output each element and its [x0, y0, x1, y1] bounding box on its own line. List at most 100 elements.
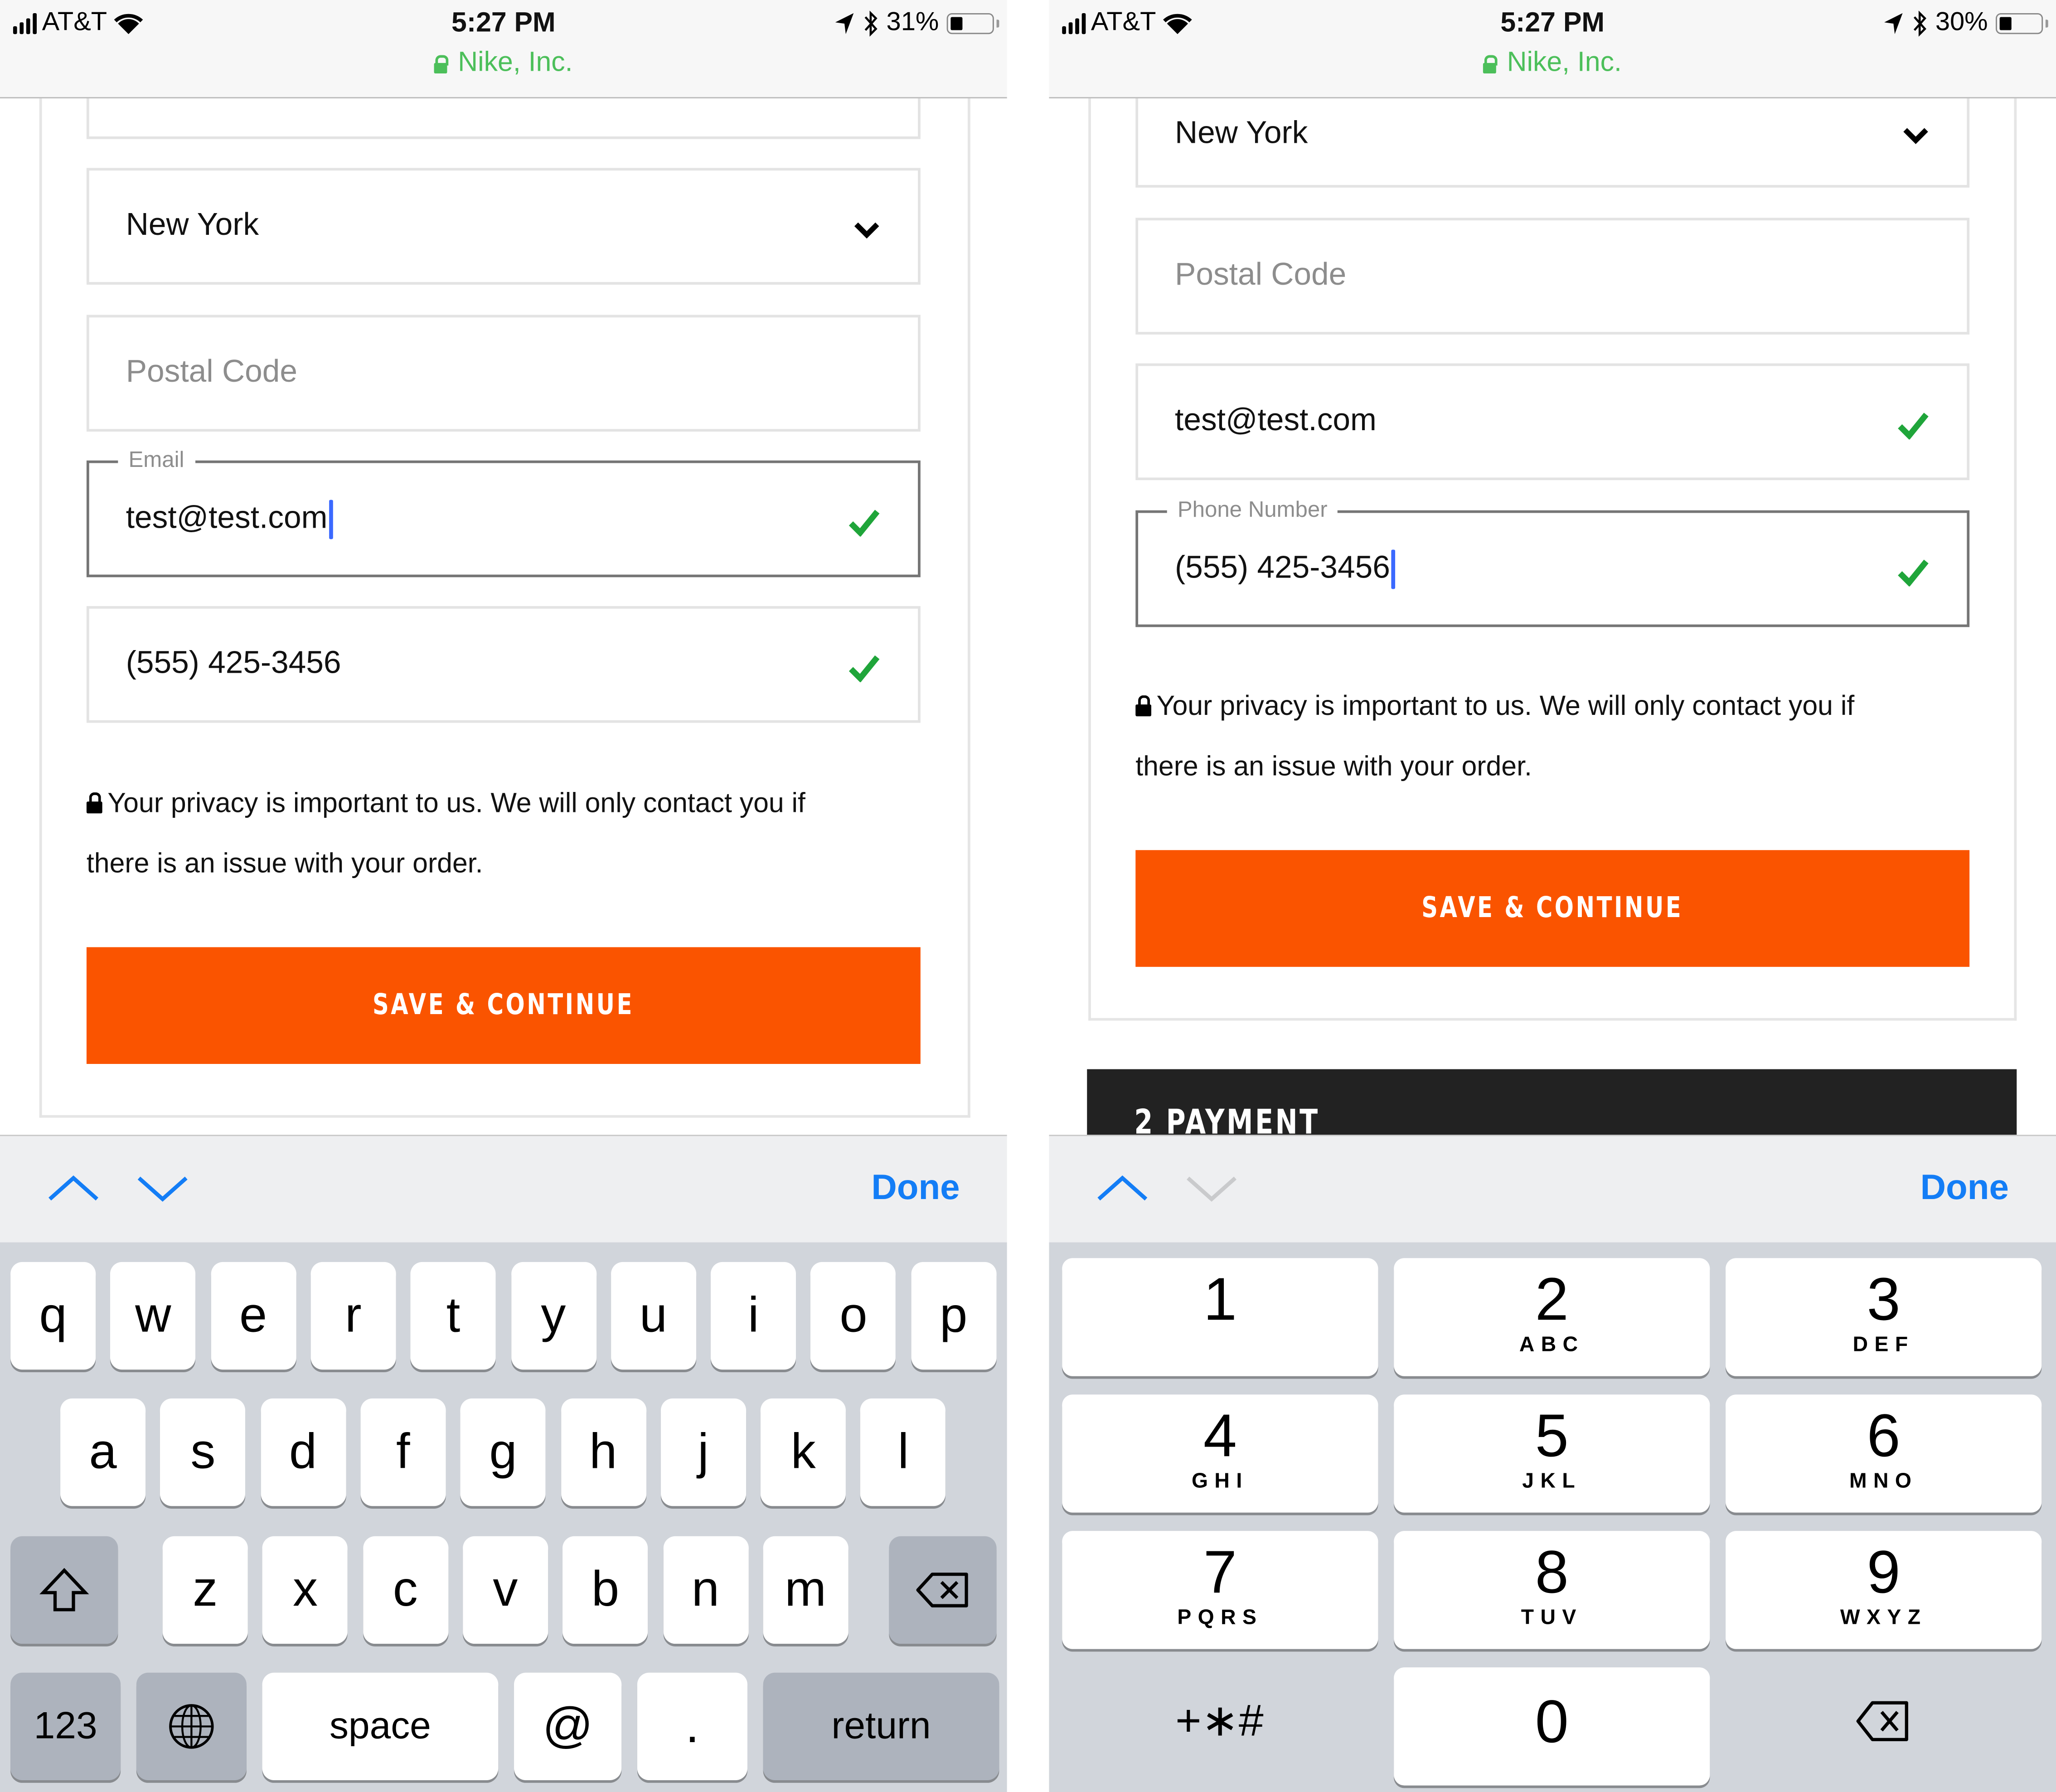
key-d[interactable]: d: [260, 1398, 346, 1506]
keypad-key-5[interactable]: 5 JKL: [1394, 1394, 1710, 1513]
privacy-line-1: Your privacy is important to us. We will…: [107, 788, 805, 819]
status-bar: AT&T 5:27 PM 31% Nike, Inc.: [0, 0, 1007, 99]
keypad-key-6[interactable]: 6 MNO: [1726, 1394, 2042, 1513]
comparison-stage: AT&T 5:27 PM 31% Nike, Inc. New York Pos…: [0, 0, 2056, 1792]
phone-screen-email: AT&T 5:27 PM 31% Nike, Inc. New York Pos…: [0, 0, 1007, 1792]
phone-keypad: 1 2 ABC 3 DEF 4 GHI 5 JKL 6 MNO 7 PQRS 8 TUV 9 WXYZ 0 +∗#: [1049, 1242, 2056, 1792]
text-caret: [329, 500, 333, 539]
keypad-key-1[interactable]: 1: [1062, 1258, 1378, 1376]
keyboard-accessory-bar: Done: [0, 1135, 1007, 1244]
key-q[interactable]: q: [10, 1262, 96, 1370]
globe-key[interactable]: [136, 1672, 247, 1781]
delete-key[interactable]: [889, 1536, 997, 1644]
key-o[interactable]: o: [810, 1262, 896, 1370]
postal-code-input[interactable]: Postal Code: [86, 315, 921, 432]
lock-icon: [1483, 54, 1498, 73]
email-input[interactable]: test@test.com: [1135, 363, 1970, 481]
globe-icon: [169, 1704, 214, 1749]
phone-value: (555) 425-3456: [1175, 550, 1390, 586]
next-field-chevron-down-icon[interactable]: [136, 1165, 189, 1212]
keypad-key-0[interactable]: 0: [1394, 1667, 1710, 1786]
secure-site-label[interactable]: Nike, Inc.: [1049, 47, 2056, 78]
keypad-letters: PQRS: [1177, 1607, 1263, 1630]
key-n[interactable]: n: [663, 1536, 748, 1644]
key-m[interactable]: m: [763, 1536, 849, 1644]
text-caret: [1391, 549, 1396, 589]
save-continue-button[interactable]: SAVE & CONTINUE: [1135, 850, 1970, 967]
done-button[interactable]: Done: [871, 1168, 960, 1209]
key-y[interactable]: y: [510, 1262, 596, 1370]
lock-icon: [86, 792, 102, 814]
key-f[interactable]: f: [360, 1398, 446, 1506]
save-continue-button[interactable]: SAVE & CONTINUE: [86, 947, 921, 1064]
keypad-digit: 0: [1535, 1687, 1569, 1756]
done-button[interactable]: Done: [1920, 1168, 2009, 1209]
keypad-digit: 5: [1535, 1401, 1569, 1470]
keypad-letters: MNO: [1849, 1471, 1918, 1493]
save-continue-label: SAVE & CONTINUE: [373, 989, 635, 1022]
key-z[interactable]: z: [162, 1536, 248, 1644]
status-bar: AT&T 5:27 PM 30% Nike, Inc.: [1049, 0, 2056, 99]
battery-percent: 30%: [1935, 8, 1988, 37]
keypad-key-9[interactable]: 9 WXYZ: [1726, 1531, 2042, 1649]
bluetooth-icon: [1913, 10, 1926, 36]
key-a[interactable]: a: [60, 1398, 146, 1506]
key-l[interactable]: l: [860, 1398, 946, 1506]
key-u[interactable]: u: [611, 1262, 696, 1370]
keypad-key-3[interactable]: 3 DEF: [1726, 1258, 2042, 1376]
keypad-digit: 7: [1203, 1537, 1237, 1606]
key-t[interactable]: t: [411, 1262, 496, 1370]
previous-field-chevron-up-icon[interactable]: [47, 1165, 100, 1212]
at-key[interactable]: @: [514, 1672, 622, 1781]
next-field-chevron-down-icon-disabled: [1187, 1176, 1237, 1202]
secure-site-label[interactable]: Nike, Inc.: [0, 47, 1007, 78]
key-j[interactable]: j: [660, 1398, 746, 1506]
key-v[interactable]: v: [462, 1536, 548, 1644]
key-x[interactable]: x: [262, 1536, 348, 1644]
privacy-line-2: there is an issue with your order.: [1135, 752, 1532, 782]
space-key[interactable]: space: [262, 1672, 499, 1781]
shift-arrow-icon: [39, 1568, 89, 1612]
key-r[interactable]: r: [310, 1262, 396, 1370]
site-name: Nike, Inc.: [1507, 47, 1622, 78]
phone-input[interactable]: Phone Number (555) 425-3456: [1135, 497, 1970, 627]
keypad-key-8[interactable]: 8 TUV: [1394, 1531, 1710, 1649]
phone-label: Phone Number: [1167, 497, 1338, 524]
key-g[interactable]: g: [460, 1398, 546, 1506]
battery-percent: 31%: [886, 8, 939, 37]
postal-code-input[interactable]: Postal Code: [1135, 218, 1970, 335]
key-b[interactable]: b: [562, 1536, 648, 1644]
symbols-key[interactable]: +∗#: [1062, 1662, 1377, 1780]
chevron-down-icon: [854, 222, 879, 239]
key-k[interactable]: k: [761, 1398, 846, 1506]
shift-key[interactable]: [10, 1536, 118, 1644]
delete-key[interactable]: [1726, 1662, 2040, 1780]
keyboard-accessory-bar: Done: [1049, 1135, 2056, 1244]
state-select[interactable]: New York: [86, 168, 921, 285]
key-c[interactable]: c: [363, 1536, 448, 1644]
key-s[interactable]: s: [160, 1398, 246, 1506]
keypad-letters: GHI: [1191, 1471, 1249, 1493]
keypad-key-2[interactable]: 2 ABC: [1394, 1258, 1710, 1376]
key-h[interactable]: h: [560, 1398, 646, 1506]
postal-code-placeholder: Postal Code: [1175, 257, 1347, 293]
phone-input[interactable]: (555) 425-3456: [86, 606, 921, 723]
postal-code-placeholder: Postal Code: [126, 354, 297, 390]
lock-icon: [1135, 695, 1151, 717]
checkmark-icon: [1898, 559, 1929, 587]
address-field-partial[interactable]: [86, 92, 921, 139]
keypad-key-4[interactable]: 4 GHI: [1062, 1394, 1378, 1513]
key-p[interactable]: p: [911, 1262, 996, 1370]
numbers-key[interactable]: 123: [10, 1672, 121, 1781]
keypad-digit: 8: [1535, 1537, 1569, 1606]
email-input[interactable]: Email test@test.com: [86, 447, 921, 578]
previous-field-chevron-up-icon[interactable]: [1096, 1165, 1149, 1212]
keypad-letters: ABC: [1519, 1334, 1585, 1357]
key-w[interactable]: w: [110, 1262, 196, 1370]
period-key[interactable]: .: [637, 1672, 747, 1781]
keypad-letters: DEF: [1852, 1334, 1915, 1357]
key-i[interactable]: i: [711, 1262, 796, 1370]
return-key[interactable]: return: [763, 1672, 999, 1781]
key-e[interactable]: e: [210, 1262, 296, 1370]
keypad-key-7[interactable]: 7 PQRS: [1062, 1531, 1378, 1649]
